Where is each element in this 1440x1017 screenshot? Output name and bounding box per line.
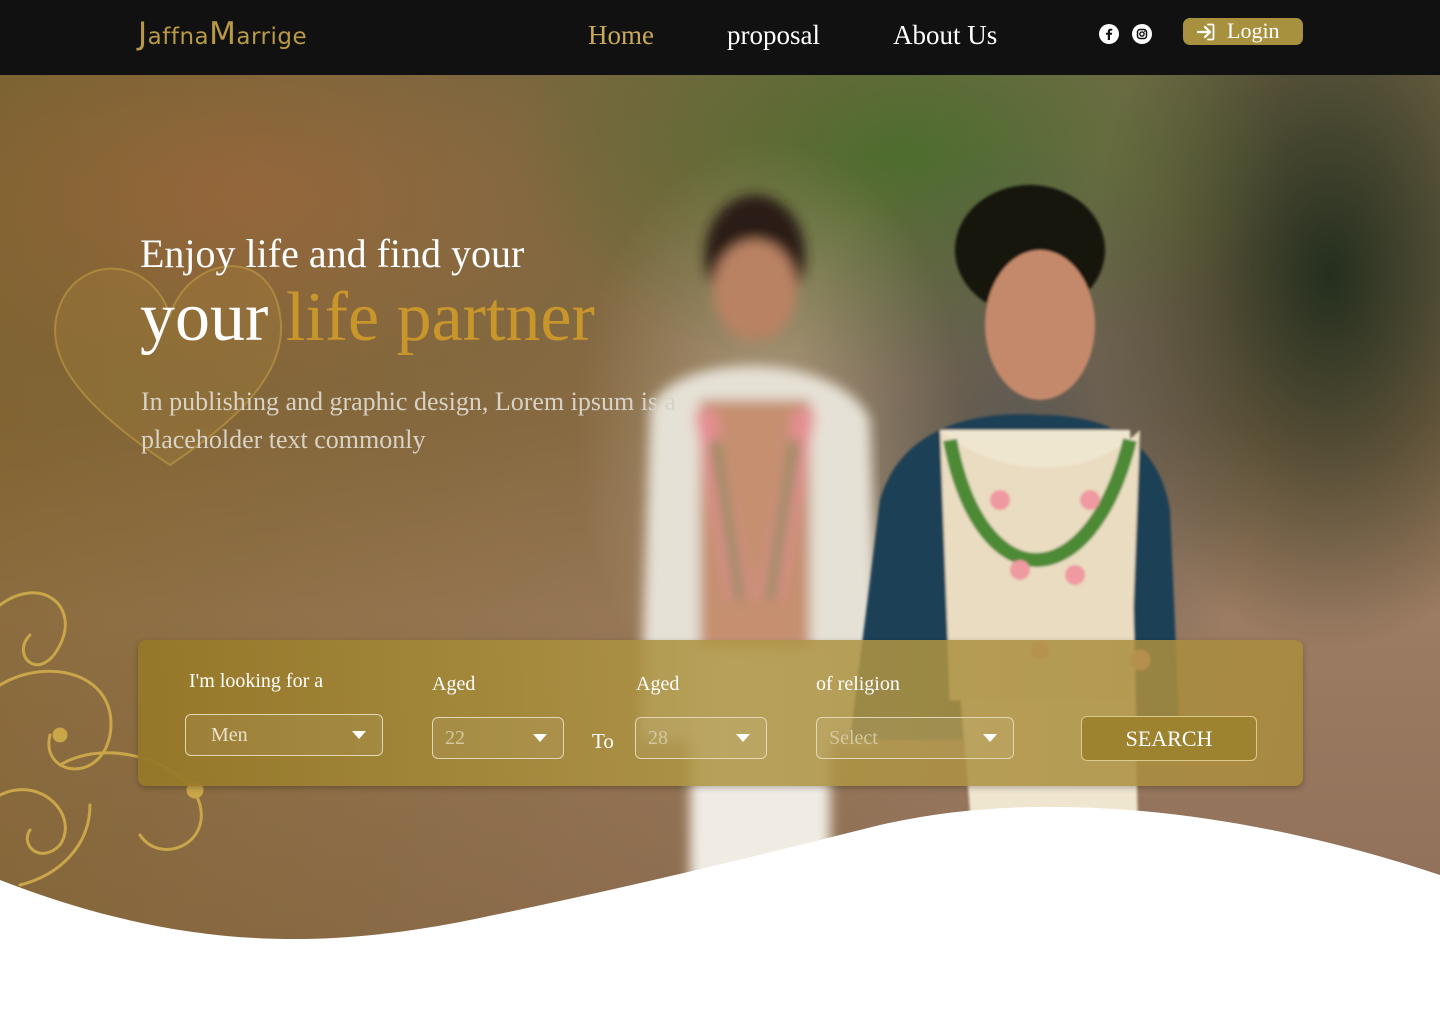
logo-text-part1: affna [147,24,210,50]
facebook-icon[interactable] [1099,24,1119,44]
aged-from-label: Aged [432,673,476,695]
aged-to-value: 28 [648,727,668,749]
aged-to-label: Aged [636,673,680,695]
looking-for-select[interactable]: Men [185,714,383,756]
bottom-wave-divider [0,806,1440,1017]
instagram-icon[interactable] [1132,24,1152,44]
hero-heading-plain: your [140,279,286,356]
logo-letter-m: M [209,16,237,52]
looking-for-value: Men [211,724,248,746]
chevron-down-icon [736,734,750,742]
religion-placeholder: Select [829,727,878,749]
site-logo[interactable]: JaffnaMarrige [138,14,307,54]
top-nav-bar: JaffnaMarrige Home proposal About Us Log… [0,0,1440,75]
to-label: To [592,729,614,753]
chevron-down-icon [533,734,547,742]
logo-letter-j: J [138,16,148,52]
aged-from-value: 22 [445,727,465,749]
religion-label: of religion [816,673,900,695]
hero-heading-line1: Enjoy life and find your [140,231,525,276]
nav-about-us[interactable]: About Us [893,17,997,53]
login-arrow-icon [1195,21,1217,43]
hero-subtitle: In publishing and graphic design, Lorem … [141,387,677,454]
search-button[interactable]: SEARCH [1081,716,1257,761]
chevron-down-icon [983,734,997,742]
chevron-down-icon [352,731,366,739]
aged-to-select[interactable]: 28 [635,717,767,759]
religion-select[interactable]: Select [816,717,1014,759]
hero-heading-accent: life partner [285,279,595,356]
aged-from-select[interactable]: 22 [432,717,564,759]
hero-heading-line2: your life partner [140,278,595,358]
login-button[interactable]: Login [1183,18,1303,45]
login-label: Login [1227,18,1280,43]
nav-proposal[interactable]: proposal [727,17,820,53]
looking-for-label: I'm looking for a [189,670,324,692]
logo-text-part2: arrige [236,24,308,50]
nav-home[interactable]: Home [588,17,654,53]
partner-search-panel [138,640,1303,786]
